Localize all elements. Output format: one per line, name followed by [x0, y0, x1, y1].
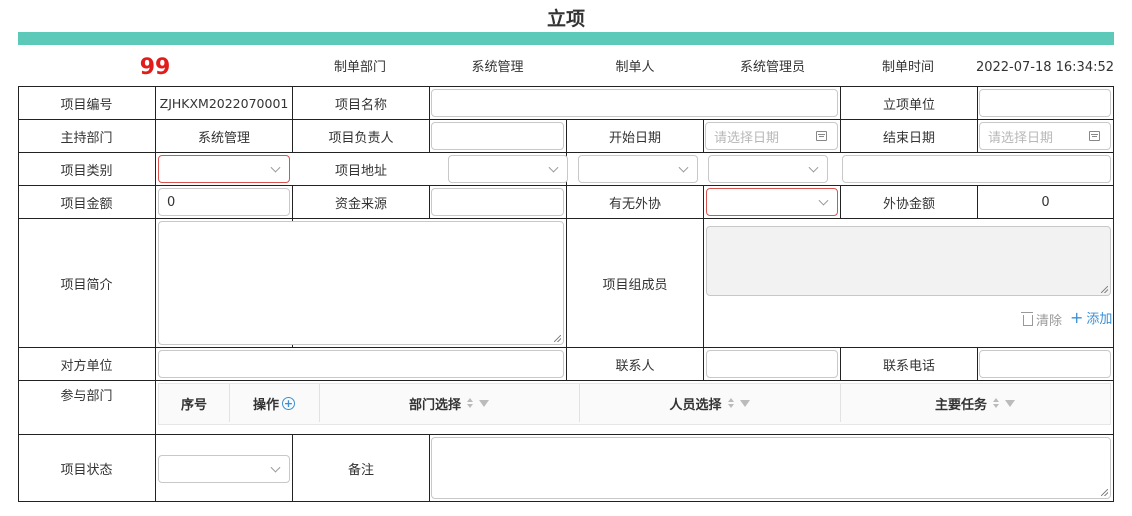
- remark-label: 备注: [347, 462, 374, 478]
- members-label: 项目组成员: [602, 277, 668, 293]
- counterpart-input[interactable]: [158, 350, 564, 378]
- page-title: 立项: [546, 8, 585, 30]
- creator-value: 系统管理员: [739, 60, 805, 75]
- leader-input[interactable]: [431, 122, 564, 150]
- phone-input[interactable]: [979, 350, 1111, 378]
- resize-handle-icon[interactable]: [1101, 489, 1108, 496]
- document-number: 99: [139, 55, 171, 80]
- column-header-action: 操作 +: [252, 396, 295, 413]
- creator-label: 制单人: [615, 60, 655, 75]
- start-date-picker[interactable]: 请选择日期: [705, 122, 838, 150]
- leader-label: 项目负责人: [328, 130, 394, 146]
- address-label: 项目地址: [334, 163, 387, 179]
- add-member-button[interactable]: + 添加: [1070, 308, 1112, 327]
- chevron-down-icon: [818, 195, 829, 206]
- column-header-task[interactable]: 主要任务: [840, 384, 1110, 422]
- time-label: 制单时间: [881, 60, 934, 75]
- outsource-select[interactable]: [706, 188, 838, 216]
- sort-icon[interactable]: [727, 397, 734, 409]
- intro-textarea[interactable]: [158, 221, 564, 345]
- plus-icon: +: [1070, 307, 1084, 327]
- phone-label: 联系电话: [882, 358, 935, 374]
- fund-source-label: 资金来源: [334, 196, 387, 212]
- address-district-select[interactable]: [708, 155, 828, 183]
- resize-handle-icon[interactable]: [554, 335, 561, 342]
- calendar-icon: [816, 131, 827, 141]
- dept-label: 制单部门: [333, 60, 386, 75]
- column-header-staff[interactable]: 人员选择: [579, 384, 840, 422]
- contact-input[interactable]: [706, 350, 838, 378]
- trash-icon: [1021, 312, 1033, 326]
- title-divider-bar: [18, 32, 1114, 45]
- address-province-select[interactable]: [448, 155, 568, 183]
- fund-source-input[interactable]: [431, 188, 564, 216]
- chevron-down-icon: [548, 162, 559, 173]
- add-row-icon[interactable]: +: [282, 396, 295, 410]
- outsource-label: 有无外协: [608, 196, 661, 212]
- outsource-amount-value: 0: [1041, 194, 1050, 210]
- address-detail-input[interactable]: [842, 155, 1111, 183]
- project-no-value: ZJHKXM2022070001: [159, 95, 289, 111]
- sort-icon[interactable]: [467, 397, 473, 409]
- project-form-grid: 项目编号 ZJHKXM2022070001 项目名称 立项单位 主持部门 系统管…: [18, 86, 1114, 502]
- address-city-select[interactable]: [578, 155, 698, 183]
- participants-label: 参与部门: [60, 388, 113, 404]
- chevron-down-icon: [270, 162, 281, 173]
- chevron-down-icon: [270, 462, 281, 473]
- counterpart-label: 对方单位: [60, 358, 113, 374]
- resize-handle-icon[interactable]: [1101, 286, 1108, 293]
- amount-input[interactable]: 0: [158, 188, 290, 216]
- column-header-dept[interactable]: 部门选择: [319, 384, 579, 422]
- start-date-label: 开始日期: [608, 130, 661, 146]
- host-dept-label: 主持部门: [60, 130, 113, 146]
- time-value: 2022-07-18 16:34:52: [975, 60, 1115, 75]
- contact-label: 联系人: [615, 358, 655, 374]
- establish-unit-label: 立项单位: [882, 97, 935, 113]
- category-label: 项目类别: [60, 163, 113, 179]
- category-select[interactable]: [158, 155, 290, 183]
- chevron-down-icon: [808, 162, 819, 173]
- dept-value: 系统管理: [471, 60, 524, 75]
- participants-table: 序号 操作 + 部门选择 人员选择 主要任务: [158, 383, 1111, 425]
- remark-textarea[interactable]: [431, 437, 1111, 499]
- establish-unit-input[interactable]: [979, 89, 1111, 117]
- end-date-label: 结束日期: [882, 130, 935, 146]
- host-dept-value: 系统管理: [197, 130, 250, 146]
- project-name-input[interactable]: [431, 89, 838, 117]
- end-date-picker[interactable]: 请选择日期: [979, 122, 1111, 150]
- sort-icon[interactable]: [993, 397, 999, 409]
- status-select[interactable]: [158, 455, 290, 483]
- members-textarea[interactable]: [706, 226, 1111, 296]
- filter-icon[interactable]: [739, 399, 750, 407]
- calendar-icon: [1089, 131, 1100, 141]
- project-no-label: 项目编号: [60, 97, 113, 113]
- intro-label: 项目简介: [60, 277, 113, 293]
- clear-members-button[interactable]: 清除: [1021, 310, 1062, 329]
- filter-icon[interactable]: [479, 399, 489, 407]
- column-header-index: 序号: [180, 397, 207, 413]
- filter-icon[interactable]: [1005, 399, 1015, 407]
- amount-label: 项目金额: [60, 196, 113, 212]
- outsource-amount-label: 外协金额: [882, 196, 935, 212]
- project-name-label: 项目名称: [334, 97, 387, 113]
- status-label: 项目状态: [60, 462, 113, 478]
- chevron-down-icon: [678, 162, 689, 173]
